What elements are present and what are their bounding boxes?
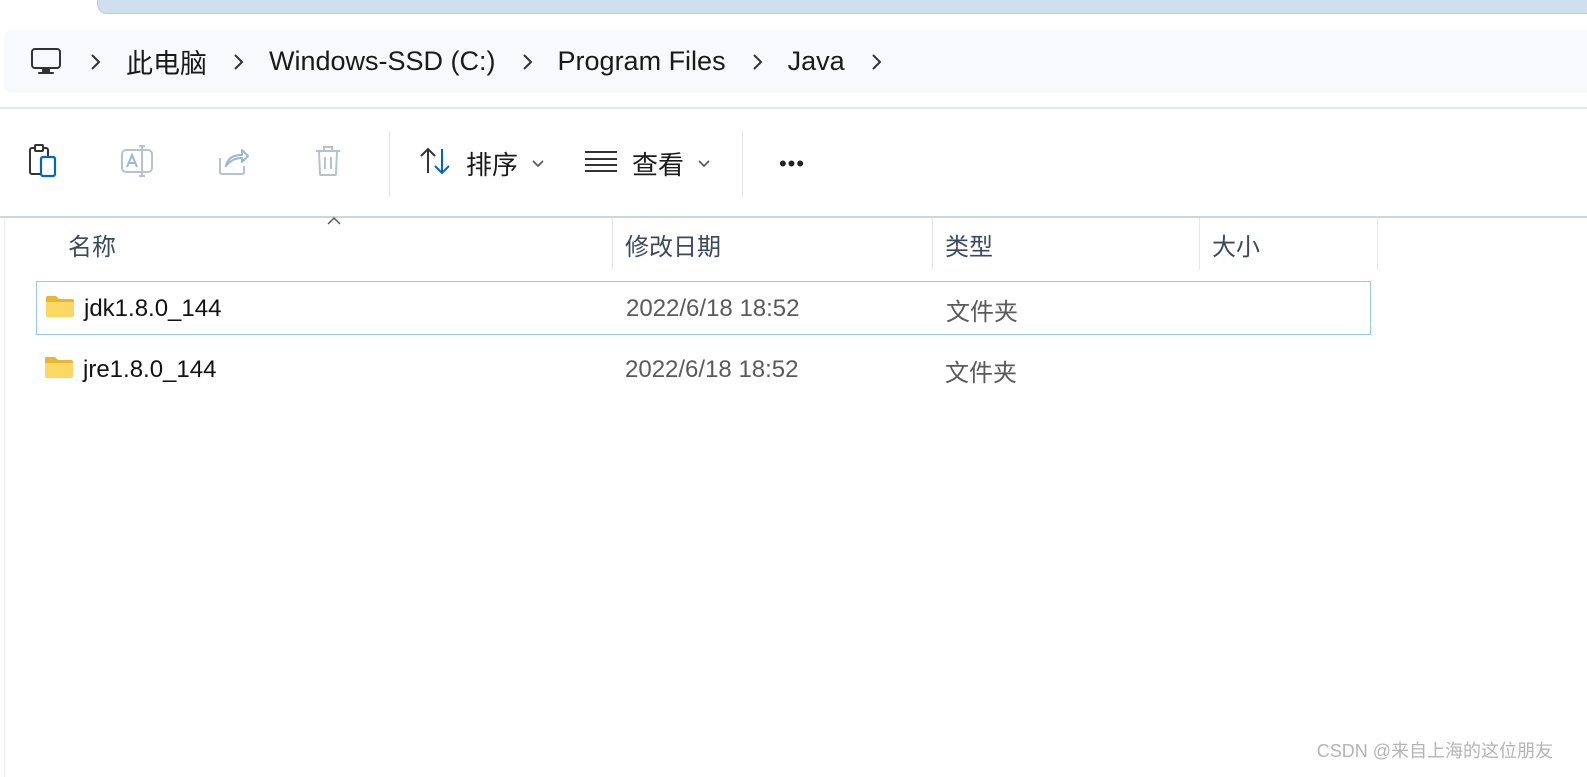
sort-button[interactable]: 排序 xyxy=(404,134,558,194)
chevron-right-icon[interactable] xyxy=(847,53,905,71)
pane-divider xyxy=(4,218,5,777)
file-name: jdk1.8.0_144 xyxy=(84,295,222,322)
column-header-modified-label: 修改日期 xyxy=(625,233,721,261)
paste-button[interactable] xyxy=(0,134,90,194)
file-modified-date: 2022/6/18 18:52 xyxy=(625,356,799,383)
tab-strip xyxy=(0,0,1587,28)
view-label: 查看 xyxy=(632,150,685,180)
column-header-type[interactable]: 类型 xyxy=(933,218,1199,270)
watermark: CSDN @来自上海的这位朋友 xyxy=(1316,741,1553,761)
rename-icon xyxy=(120,144,156,183)
column-header-row: 名称 修改日期 类型 大小 xyxy=(0,218,1587,270)
command-separator xyxy=(742,131,744,196)
file-row[interactable]: jre1.8.0_144 2022/6/18 18:52 文件夹 xyxy=(36,343,1371,397)
sort-icon xyxy=(418,146,452,181)
file-name-cell: jre1.8.0_144 xyxy=(44,343,216,397)
chevron-right-icon[interactable] xyxy=(66,53,124,71)
file-name: jre1.8.0_144 xyxy=(83,356,217,383)
breadcrumb-drive-c[interactable]: Windows-SSD (C:) xyxy=(267,46,498,77)
command-separator xyxy=(389,131,390,196)
chevron-right-icon[interactable] xyxy=(498,53,556,71)
active-tab-edge[interactable] xyxy=(97,0,1587,14)
view-button[interactable]: 查看 xyxy=(570,134,724,194)
file-explorer-window: 此电脑 Windows-SSD (C:) Program Files Java xyxy=(0,0,1587,777)
file-type: 文件夹 xyxy=(945,359,1017,387)
breadcrumb-program-files[interactable]: Program Files xyxy=(556,46,728,77)
share-button[interactable] xyxy=(185,134,280,194)
list-view-icon xyxy=(584,149,618,178)
column-header-modified[interactable]: 修改日期 xyxy=(613,218,932,270)
file-row[interactable]: jdk1.8.0_144 2022/6/18 18:52 文件夹 xyxy=(36,281,1371,335)
chevron-right-icon[interactable] xyxy=(728,53,786,71)
computer-icon[interactable] xyxy=(26,42,66,82)
breadcrumb-this-pc[interactable]: 此电脑 xyxy=(124,42,209,81)
column-header-name[interactable]: 名称 xyxy=(56,218,612,270)
sort-label: 排序 xyxy=(466,150,519,180)
column-resize-handle[interactable] xyxy=(1377,218,1378,270)
share-icon xyxy=(216,146,250,181)
column-header-size[interactable]: 大小 xyxy=(1200,218,1377,270)
breadcrumb-java[interactable]: Java xyxy=(786,46,847,77)
chevron-down-icon xyxy=(532,155,544,173)
address-bar[interactable]: 此电脑 Windows-SSD (C:) Program Files Java xyxy=(4,30,1587,93)
command-bar: 排序 查看 ••• xyxy=(0,111,1587,216)
column-header-size-label: 大小 xyxy=(1212,233,1260,261)
column-header-type-label: 类型 xyxy=(945,233,993,261)
file-type: 文件夹 xyxy=(946,298,1018,326)
delete-button[interactable] xyxy=(280,134,375,194)
file-name-cell: jdk1.8.0_144 xyxy=(45,282,221,336)
chevron-down-icon xyxy=(698,155,710,173)
folder-icon xyxy=(45,294,75,325)
address-bar-divider xyxy=(0,107,1587,109)
more-options-button[interactable]: ••• xyxy=(757,134,827,194)
rename-button[interactable] xyxy=(90,134,185,194)
column-header-name-label: 名称 xyxy=(68,233,116,261)
trash-icon xyxy=(313,144,343,183)
file-modified-date: 2022/6/18 18:52 xyxy=(626,295,800,322)
folder-icon xyxy=(44,355,74,386)
more-icon: ••• xyxy=(778,150,806,176)
clipboard-icon xyxy=(27,143,59,184)
chevron-right-icon[interactable] xyxy=(209,53,267,71)
